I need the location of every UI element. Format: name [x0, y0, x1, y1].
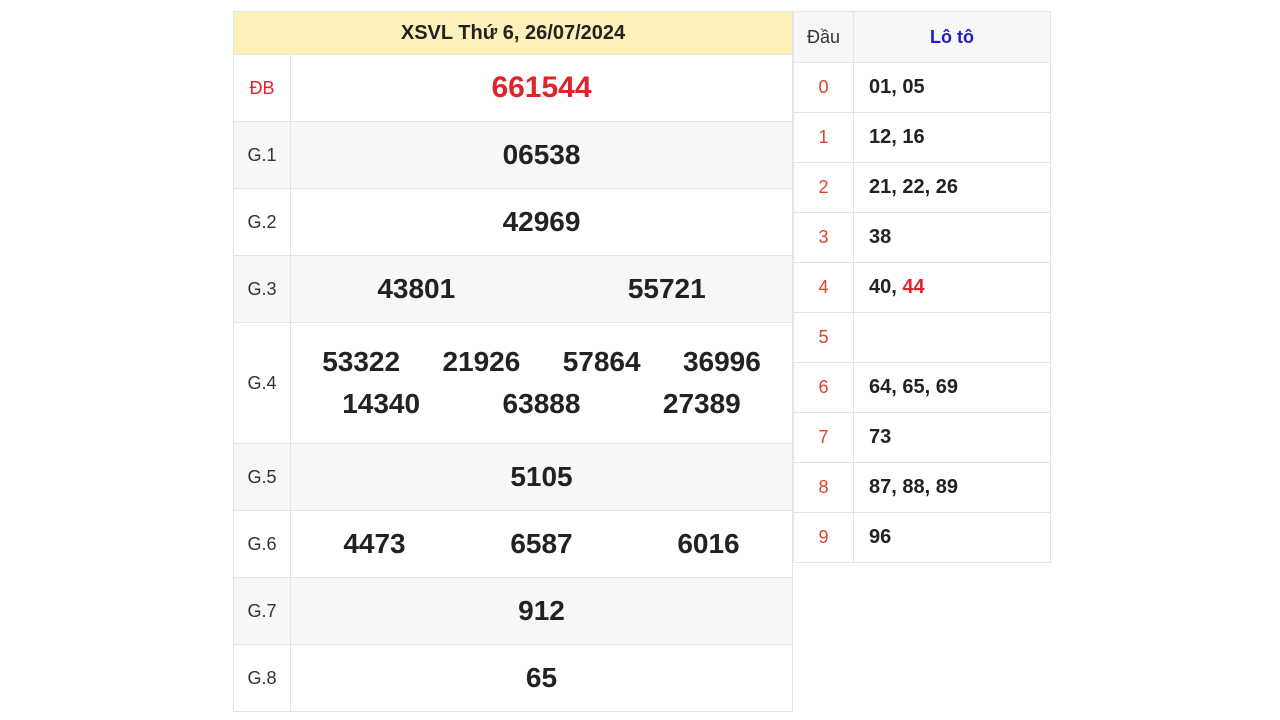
prize-number: 14340	[342, 388, 421, 419]
loto-table: Đầu Lô tô 0 01, 05 1 12, 16 2 21, 22, 26 33…	[793, 11, 1051, 563]
prize-label: G.4	[233, 322, 291, 444]
loto-values: 64, 65, 69	[853, 362, 1051, 413]
prize-label: G.3	[233, 255, 291, 323]
loto-row: 5	[793, 312, 1051, 363]
loto-values	[853, 312, 1051, 363]
loto-values: 87, 88, 89	[853, 462, 1051, 513]
loto-values: 96	[853, 512, 1051, 563]
prize-number: 5105	[510, 461, 573, 492]
prize-number: 912	[518, 595, 565, 626]
loto-row: 0 01, 05	[793, 62, 1051, 113]
prize-row-g7: G.7 912	[233, 577, 793, 645]
prize-label: G.1	[233, 121, 291, 189]
prize-row-g1: G.1 06538	[233, 121, 793, 189]
dau-digit: 3	[793, 212, 854, 263]
prize-number: 57864	[562, 346, 641, 377]
prize-number: 27389	[662, 388, 741, 419]
loto-row: 7 73	[793, 412, 1051, 463]
prize-label: G.5	[233, 443, 291, 511]
loto-row: 2 21, 22, 26	[793, 162, 1051, 213]
loto-row: 4 40, 44	[793, 262, 1051, 313]
dau-digit: 5	[793, 312, 854, 363]
prize-row-g6: G.6 4473 6587 6016	[233, 510, 793, 578]
loto-row: 9 96	[793, 512, 1051, 563]
prize-number: 6016	[677, 528, 740, 559]
dau-digit: 4	[793, 262, 854, 313]
prize-label: ĐB	[233, 54, 291, 122]
prize-number: 55721	[627, 273, 706, 304]
loto-row: 1 12, 16	[793, 112, 1051, 163]
prize-number: 43801	[377, 273, 456, 304]
prize-number: 42969	[502, 206, 581, 237]
prize-number: 4473	[343, 528, 406, 559]
prize-row-g8: G.8 65	[233, 644, 793, 712]
dau-digit: 6	[793, 362, 854, 413]
loto-values: 40, 44	[853, 262, 1051, 313]
dau-digit: 8	[793, 462, 854, 513]
loto-special-highlight: 44	[902, 276, 925, 298]
prize-number: 63888	[502, 388, 581, 419]
results-title: XSVL Thứ 6, 26/07/2024	[233, 11, 793, 55]
prize-number: 661544	[491, 71, 592, 104]
loto-values: 12, 16	[853, 112, 1051, 163]
loto-row: 3 38	[793, 212, 1051, 263]
loto-row: 8 87, 88, 89	[793, 462, 1051, 513]
prize-row-g2: G.2 42969	[233, 188, 793, 256]
prize-label: G.7	[233, 577, 291, 645]
loto-values: 01, 05	[853, 62, 1051, 113]
header-loto: Lô tô	[853, 11, 1051, 63]
loto-values: 21, 22, 26	[853, 162, 1051, 213]
dau-digit: 9	[793, 512, 854, 563]
loto-values: 38	[853, 212, 1051, 263]
prize-label: G.8	[233, 644, 291, 712]
prize-number: 65	[525, 662, 558, 693]
prize-label: G.6	[233, 510, 291, 578]
prize-number: 6587	[510, 528, 573, 559]
results-table: XSVL Thứ 6, 26/07/2024 ĐB 661544 G.1 065…	[233, 11, 793, 712]
loto-values-text: 40,	[869, 276, 903, 298]
header-dau: Đầu	[793, 11, 854, 63]
prize-row-g3: G.3 43801 55721	[233, 255, 793, 323]
prize-row-db: ĐB 661544	[233, 54, 793, 122]
prize-row-g4: G.4 53322 21926 57864 36996 14340 63888 …	[233, 322, 793, 444]
loto-values: 73	[853, 412, 1051, 463]
prize-row-g5: G.5 5105	[233, 443, 793, 511]
prize-number: 53322	[322, 346, 401, 377]
prize-number: 36996	[682, 346, 761, 377]
prize-number: 06538	[502, 139, 581, 170]
dau-digit: 2	[793, 162, 854, 213]
dau-digit: 0	[793, 62, 854, 113]
prize-label: G.2	[233, 188, 291, 256]
dau-digit: 1	[793, 112, 854, 163]
loto-row: 6 64, 65, 69	[793, 362, 1051, 413]
prize-number: 21926	[442, 346, 521, 377]
dau-digit: 7	[793, 412, 854, 463]
